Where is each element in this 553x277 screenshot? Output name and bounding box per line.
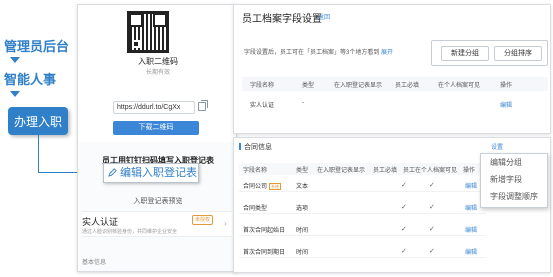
check-icon: ✓ [401,226,407,233]
c-col-visible-profile: 员工在个人档案可见 [403,168,458,174]
check-icon: ✓ [429,204,435,211]
table-row: 首次合同到期日 时间 ✓ ✓ 编辑 [239,244,486,258]
group-sort-button[interactable]: 分组排序 [494,46,542,61]
cert-label: 实人认证 [82,217,119,227]
new-group-button[interactable]: 新建分组 [441,46,489,61]
c-col-field-name: 字段名称 [243,168,268,174]
c-row-name: 合同公司 系统 [243,181,282,190]
flow-step-smart-hr: 智能人事 [4,72,57,87]
check-icon: ✓ [429,248,435,255]
flow-arrow-1 [10,57,20,63]
edit-form-label: 编辑入职登记表 [120,167,197,179]
contract-section-title: 合同信息 [244,144,272,151]
qr-url-field[interactable]: https://ddurl.to/CgXx [113,101,195,114]
col-visible-profile: 在个人档案可见 [438,83,481,89]
table-row: 合同类型 选项 ✓ ✓ 编辑 [239,200,486,214]
panel-title: 员工档案字段设置 [242,14,322,25]
c-col-actions: 操作 [463,168,476,174]
mobile-preview: 入职二维码 长期有效 https://ddurl.to/CgXx 下载二维码 员… [77,4,237,272]
cert-description: 通过人脸识别核验身份，共同维护企业安全 [82,229,178,235]
table-row: 实人认证 - 编辑 [242,97,548,111]
flow-step-admin: 管理员后台 [4,39,70,54]
edit-pen-icon [108,168,117,177]
c-row-edit-link[interactable]: 编辑 [465,225,477,234]
c-col-show-on-form: 在入职登记表显示 [317,168,366,174]
check-icon: ✓ [401,204,407,211]
col-field-name: 字段名称 [250,83,275,89]
c-row-name: 首次合同起始日 [243,228,286,234]
c-row-edit-link[interactable]: 编辑 [465,203,477,212]
download-qr-button[interactable]: 下载二维码 [113,121,199,135]
row-edit-link[interactable]: 编辑 [500,100,512,109]
section-marker [239,143,241,150]
preview-title: 入职登记表预览 [133,198,183,205]
menu-item-add-field[interactable]: 新增字段 [490,174,522,185]
c-col-required: 员工必填 [373,168,398,174]
system-tag: 系统 [269,182,282,190]
check-icon: ✓ [401,182,407,189]
field-settings-panel: 员工档案字段设置 返回 字段设置后，员工可在「员工档案」等3个地方看到 展开 新… [233,4,551,134]
c-row-edit-link[interactable]: 编辑 [465,247,477,256]
settings-dropdown-menu: 编辑分组 新增字段 字段调整顺序 [480,153,548,208]
qr-subtitle: 长期有效 [145,70,170,76]
c-row-type: 时间 [296,250,309,256]
c-row-type: 选项 [296,206,309,212]
menu-item-reorder-fields[interactable]: 字段调整顺序 [490,191,538,202]
qr-title: 入职二维码 [138,57,178,66]
col-show-on-form: 在入职登记表显示 [334,83,383,89]
edit-form-callout[interactable]: 编辑入职登记表 [103,163,199,183]
qr-code-image [127,11,169,53]
row-type: - [302,100,304,106]
real-name-cert-row[interactable]: 实人认证 未授权 › 通过人脸识别核验身份，共同维护企业安全 [82,211,232,237]
c-row-name: 合同类型 [243,206,268,212]
back-link[interactable]: 返回 [318,12,330,21]
chevron-right-icon: › [224,219,227,228]
c-col-type: 类型 [296,168,309,174]
table-header: 字段名称 类型 在入职登记表显示 员工必填 在个人档案可见 操作 [242,77,548,91]
c-row-name: 首次合同到期日 [243,250,286,256]
copy-icon[interactable] [198,100,208,111]
basic-info-heading: 基本信息 [82,260,107,266]
check-icon: ✓ [401,248,407,255]
c-row-type: 文本 [296,184,309,190]
c-row-type: 时间 [296,228,309,234]
settings-desc-text: 字段设置后，员工可在「员工档案」等3个地方看到 [244,50,380,56]
col-type: 类型 [302,83,315,89]
table-row: 合同公司 系统 文本 ✓ ✓ 编辑 [239,178,486,192]
c-row-edit-link[interactable]: 编辑 [465,181,477,190]
qr-section: 入职二维码 长期有效 https://ddurl.to/CgXx 下载二维码 [78,5,236,142]
menu-item-edit-group[interactable]: 编辑分组 [490,157,522,168]
contract-settings-link[interactable]: 设置 [491,142,503,151]
row-field-name: 实人认证 [250,103,275,109]
expand-link[interactable]: 展开 [381,50,393,56]
cert-status-badge: 未授权 [192,215,214,225]
flow-arrow-2 [10,91,20,97]
contract-table-header: 字段名称 类型 在入职登记表显示 员工必填 员工在个人档案可见 操作 [239,163,486,175]
settings-description: 字段设置后，员工可在「员工档案」等3个地方看到 展开 [244,47,393,56]
group-actions: 新建分组 分组排序 [431,40,548,66]
table-row: 首次合同起始日 时间 ✓ ✓ 编辑 [239,222,486,236]
c-row-name-text: 合同公司 [243,184,268,190]
col-actions: 操作 [500,83,513,89]
check-icon: ✓ [429,182,435,189]
col-required: 员工必填 [395,83,420,89]
check-icon: ✓ [429,226,435,233]
onboarding-button[interactable]: 办理入职 [8,107,68,135]
